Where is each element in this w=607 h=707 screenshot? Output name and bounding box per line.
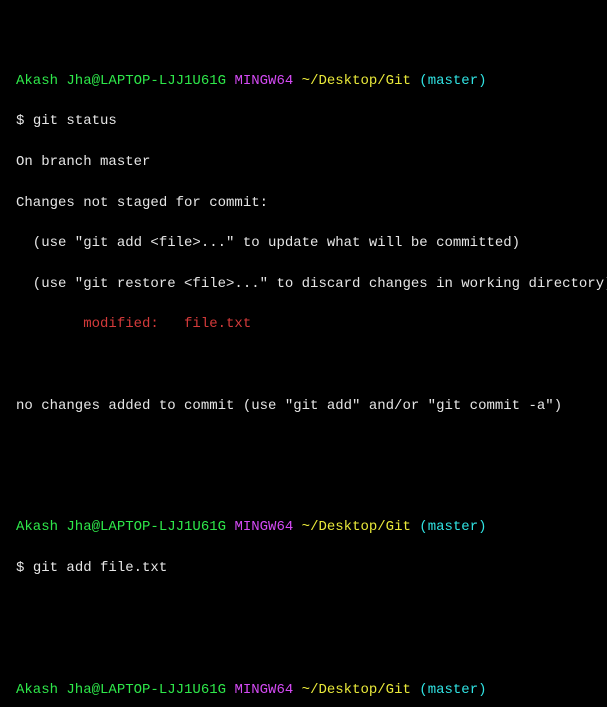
prompt-cwd: ~/Desktop/Git bbox=[302, 682, 411, 698]
blank-line bbox=[16, 599, 591, 619]
command-text: git status bbox=[33, 113, 117, 129]
prompt-line: Akash Jha@LAPTOP-LJJ1U61G MINGW64 ~/Desk… bbox=[16, 71, 591, 91]
prompt-user: Akash Jha@LAPTOP-LJJ1U61G bbox=[16, 682, 226, 698]
prompt-shell: MINGW64 bbox=[234, 682, 293, 698]
prompt-sigil: $ bbox=[16, 560, 33, 576]
prompt-shell: MINGW64 bbox=[234, 519, 293, 535]
prompt-cwd: ~/Desktop/Git bbox=[302, 519, 411, 535]
output-line: On branch master bbox=[16, 152, 591, 172]
output-line: no changes added to commit (use "git add… bbox=[16, 396, 591, 416]
output-line: (use "git restore <file>..." to discard … bbox=[16, 274, 591, 294]
terminal-window[interactable]: Akash Jha@LAPTOP-LJJ1U61G MINGW64 ~/Desk… bbox=[0, 0, 607, 707]
prompt-user: Akash Jha@LAPTOP-LJJ1U61G bbox=[16, 519, 226, 535]
prompt-line: Akash Jha@LAPTOP-LJJ1U61G MINGW64 ~/Desk… bbox=[16, 517, 591, 537]
output-line: (use "git add <file>..." to update what … bbox=[16, 233, 591, 253]
command-text: git add file.txt bbox=[33, 560, 167, 576]
prompt-shell: MINGW64 bbox=[234, 73, 293, 89]
blank-line bbox=[16, 436, 591, 456]
output-line: Changes not staged for commit: bbox=[16, 193, 591, 213]
blank-line bbox=[16, 355, 591, 375]
prompt-branch: (master) bbox=[419, 682, 486, 698]
command-line[interactable]: $ git add file.txt bbox=[16, 558, 591, 578]
output-modified-file: modified: file.txt bbox=[16, 314, 591, 334]
prompt-user: Akash Jha@LAPTOP-LJJ1U61G bbox=[16, 73, 226, 89]
prompt-sigil: $ bbox=[16, 113, 33, 129]
prompt-line: Akash Jha@LAPTOP-LJJ1U61G MINGW64 ~/Desk… bbox=[16, 680, 591, 700]
prompt-cwd: ~/Desktop/Git bbox=[302, 73, 411, 89]
command-line[interactable]: $ git status bbox=[16, 111, 591, 131]
prompt-branch: (master) bbox=[419, 73, 486, 89]
prompt-branch: (master) bbox=[419, 519, 486, 535]
